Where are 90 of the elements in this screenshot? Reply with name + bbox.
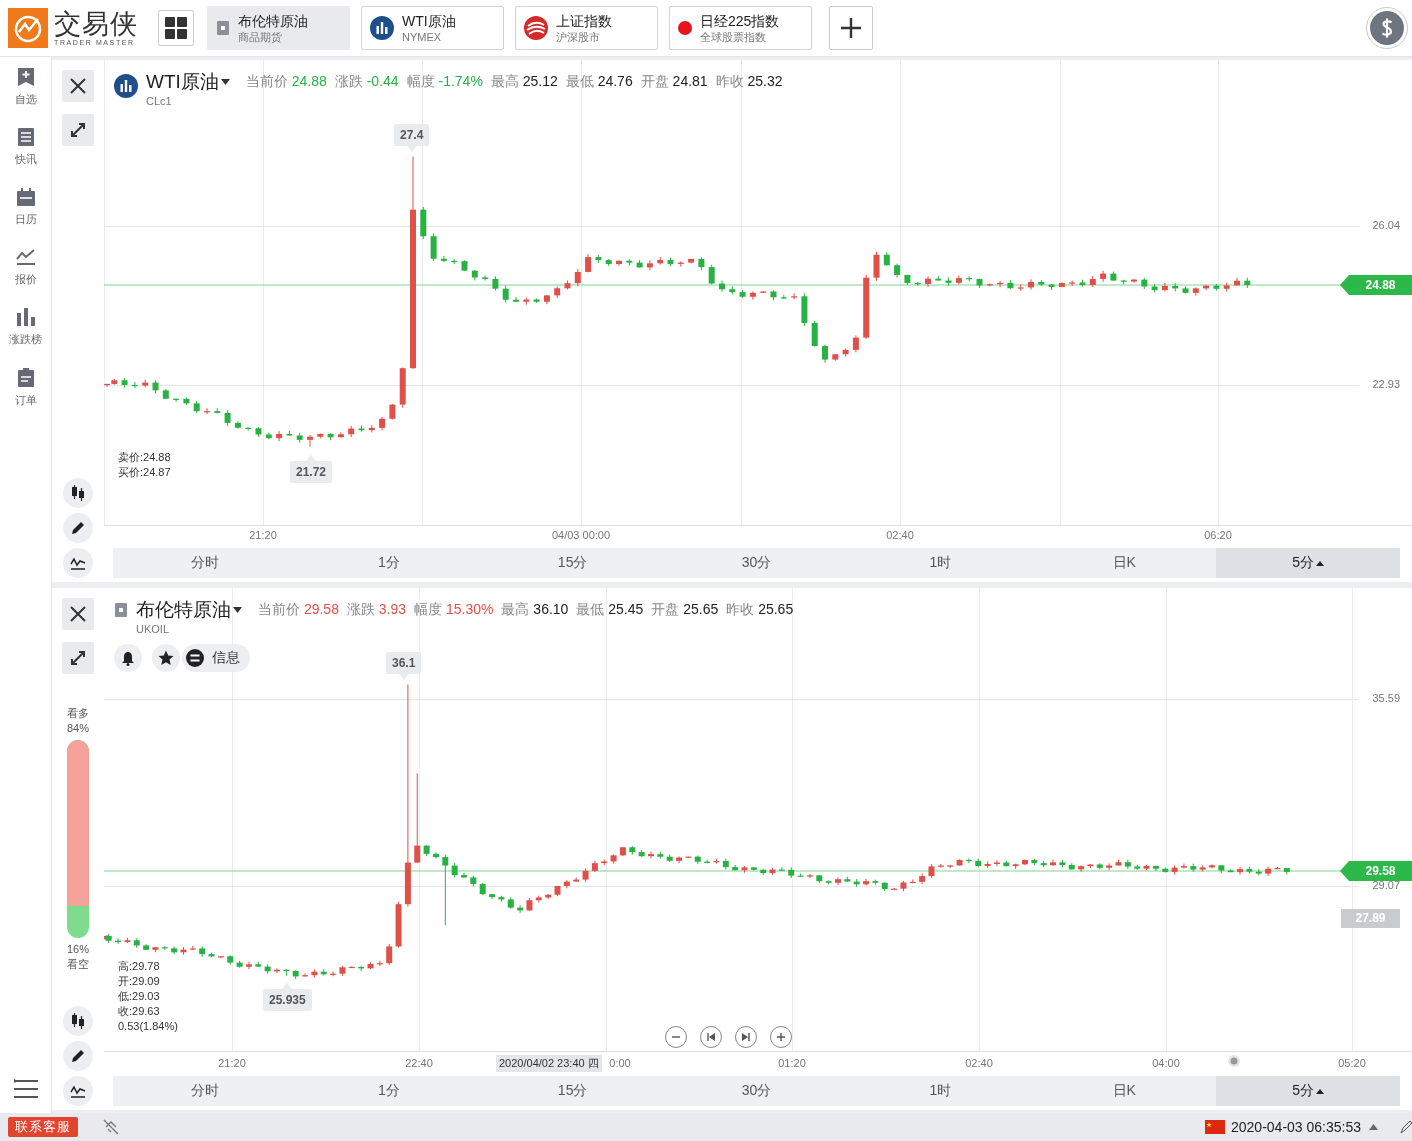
stat-value: 25.12 <box>522 73 558 89</box>
stat-value: 3.93 <box>378 601 407 617</box>
stat-label: 昨收 <box>726 601 755 617</box>
interval-tab[interactable]: 30分 <box>664 1076 849 1106</box>
instrument-tab[interactable]: 日经225指数 全球股票指数 <box>669 6 812 50</box>
stat-value: 15.30% <box>445 601 494 617</box>
quote-line: 高:29.78 <box>118 959 161 974</box>
stat-label: 最高 <box>490 73 519 89</box>
interval-tab[interactable]: 1时 <box>848 1076 1033 1106</box>
stat-value: 25.65 <box>683 601 719 617</box>
interval-tab[interactable]: 1时 <box>848 548 1033 578</box>
stat-value: 25.32 <box>747 73 783 89</box>
price-axis-label: 22.93 <box>1372 378 1400 390</box>
sidebar-item[interactable]: 报价 <box>2 237 49 297</box>
bearish-label: 看空 <box>67 957 89 972</box>
stat-value: 25.65 <box>758 601 794 617</box>
stat-label: 最低 <box>576 601 605 617</box>
time-axis-label: 02:40 <box>886 529 914 541</box>
time-axis-label: 21:20 <box>218 1057 246 1069</box>
bullish-percent: 84% <box>67 721 89 736</box>
instrument-tab[interactable]: 布伦特原油 商品期货 <box>207 6 350 50</box>
stat-label: 最低 <box>565 73 594 89</box>
crosshair-time-label: 2020/04/02 23:40 四 <box>496 1055 602 1072</box>
stat-label: 开盘 <box>640 73 669 89</box>
stat-value: -0.44 <box>366 73 399 89</box>
stat-value: 25.45 <box>608 601 644 617</box>
interval-tab[interactable]: 日K <box>1032 548 1217 578</box>
price-axis-label: 26.04 <box>1372 219 1400 231</box>
interval-tab[interactable]: 30分 <box>664 548 849 578</box>
interval-tab[interactable]: 15分 <box>480 1076 665 1106</box>
interval-tab[interactable]: 5分 <box>1216 548 1400 578</box>
stat-value: 24.81 <box>672 73 708 89</box>
stat-label: 幅度 <box>414 601 443 617</box>
quote-line: 开:29.09 <box>118 974 161 989</box>
instrument-selector[interactable]: WTI原油 <box>146 70 230 94</box>
interval-tab[interactable]: 1分 <box>296 548 481 578</box>
interval-tab[interactable]: 1分 <box>296 1076 481 1106</box>
stat-label: 开盘 <box>651 601 680 617</box>
sidebar-item[interactable]: 自选 <box>2 57 49 117</box>
info-button[interactable]: 信息 <box>182 644 250 672</box>
logo-name: 交易侠 <box>54 9 138 38</box>
stat-label: 涨跌 <box>346 601 375 617</box>
stat-value: 24.88 <box>291 73 327 89</box>
sidebar-item[interactable]: 订单 <box>2 357 49 417</box>
time-axis-label: 01:20 <box>778 1057 806 1069</box>
stat-value: -1.74% <box>438 73 483 89</box>
time-axis-label: 22:40 <box>405 1057 433 1069</box>
price-axis-label: 29.07 <box>1372 879 1400 891</box>
instrument-tab[interactable]: WTI原油 NYMEX <box>361 6 504 50</box>
sidebar-item[interactable]: 快讯 <box>2 117 49 177</box>
stat-label: 当前价 <box>258 601 300 617</box>
low-marker: 21.72 <box>290 461 333 483</box>
time-axis-label: 04:00 <box>1152 1057 1180 1069</box>
time-axis-label: 0:00 <box>609 1057 631 1069</box>
interval-tab[interactable]: 分时 <box>113 548 297 578</box>
stat-label: 最高 <box>501 601 530 617</box>
time-axis-label: 04/03 00:00 <box>551 529 611 541</box>
last-price-tag: 29.58 <box>1340 861 1412 881</box>
sidebar-item[interactable]: 日历 <box>2 177 49 237</box>
instrument-code: UKOIL <box>136 623 170 635</box>
stat-label: 昨收 <box>715 73 744 89</box>
clock-datetime: 2020-04-03 06:35:53 <box>1231 1119 1361 1135</box>
time-axis-label: 05:20 <box>1338 1057 1366 1069</box>
quote-line: 卖价:24.88 <box>118 450 171 465</box>
bearish-percent: 16% <box>67 942 89 957</box>
interval-tab[interactable]: 分时 <box>113 1076 297 1106</box>
stat-value: 36.10 <box>533 601 569 617</box>
instrument-code: CLc1 <box>146 95 173 107</box>
instrument-tab[interactable]: 上证指数 沪深股市 <box>515 6 658 50</box>
time-axis-label: 02:40 <box>965 1057 993 1069</box>
stat-value: 24.76 <box>597 73 633 89</box>
price-axis-label: 35.59 <box>1372 692 1400 704</box>
time-axis-label: 06:20 <box>1204 529 1232 541</box>
quote-line: 收:29.63 <box>118 1004 161 1019</box>
customer-service-button[interactable]: 联系客服 <box>8 1117 78 1137</box>
interval-tab[interactable]: 15分 <box>480 548 665 578</box>
time-axis-label: 21:20 <box>249 529 277 541</box>
interval-tab[interactable]: 5分 <box>1216 1076 1400 1106</box>
quote-line: 买价:24.87 <box>118 465 171 480</box>
instrument-selector[interactable]: 布伦特原油 <box>136 598 242 622</box>
bullish-label: 看多 <box>67 706 89 721</box>
quote-line: 0.53(1.84%) <box>118 1019 178 1034</box>
quote-line: 低:29.03 <box>118 989 161 1004</box>
interval-tab[interactable]: 日K <box>1032 1076 1217 1106</box>
stat-label: 当前价 <box>245 73 288 89</box>
sidebar-item[interactable]: 涨跌榜 <box>2 297 49 357</box>
stat-label: 幅度 <box>406 73 435 89</box>
stat-label: 涨跌 <box>334 73 363 89</box>
last-price-tag: 24.88 <box>1340 275 1412 295</box>
stat-value: 29.58 <box>303 601 339 617</box>
